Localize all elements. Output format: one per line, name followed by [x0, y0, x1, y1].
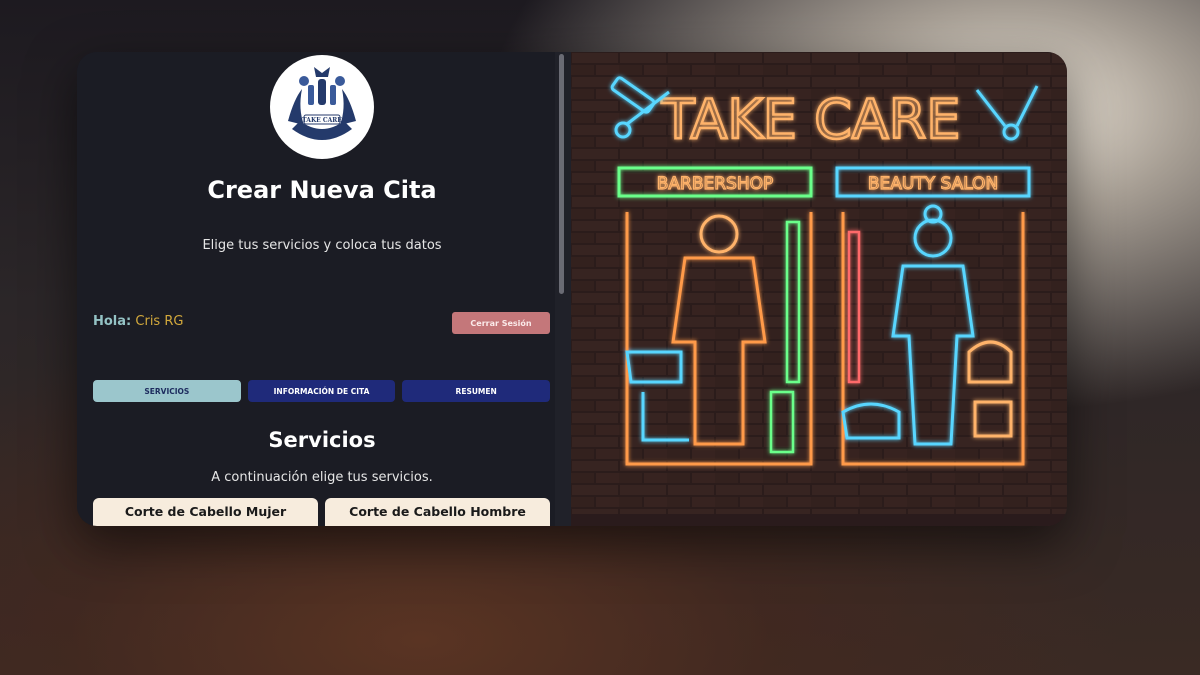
page-subtitle: Elige tus servicios y coloca tus datos [202, 238, 442, 253]
user-name: Cris RG [135, 314, 184, 329]
panel-scrollbar[interactable] [555, 52, 571, 526]
app-window: TAKE CARE Crear Nueva Cita Elige tus ser… [77, 52, 1067, 526]
scrollbar-thumb[interactable] [559, 54, 564, 294]
step-tabs: SERVICIOS INFORMACIÓN DE CITA RESUMEN [93, 380, 551, 402]
tab-informacion-cita[interactable]: INFORMACIÓN DE CITA [247, 380, 396, 402]
hero-headline: TAKE CARE [661, 88, 961, 151]
svg-text:TAKE CARE: TAKE CARE [302, 117, 342, 124]
services-subtitle: A continuación elige tus servicios. [211, 470, 433, 485]
beauty-salon-label: BEAUTY SALON [868, 174, 998, 194]
user-greeting: Hola: Cris RG [93, 314, 183, 329]
logout-button[interactable]: Cerrar Sesión [452, 312, 550, 334]
hero-image: TAKE CARE BARBERSHOP BEAUTY SALON [571, 52, 1067, 526]
service-card-corte-hombre[interactable]: Corte de Cabello Hombre [325, 498, 550, 526]
brand-logo: TAKE CARE [270, 55, 374, 159]
services-heading: Servicios [268, 428, 376, 452]
greeting-label: Hola: [93, 314, 132, 329]
tab-resumen[interactable]: RESUMEN [402, 380, 551, 402]
barbershop-label: BARBERSHOP [657, 174, 774, 194]
logo-emblem-icon: TAKE CARE [276, 61, 368, 153]
booking-panel: TAKE CARE Crear Nueva Cita Elige tus ser… [77, 52, 571, 526]
service-label: Corte de Cabello Mujer [124, 504, 287, 519]
service-card-corte-mujer[interactable]: Corte de Cabello Mujer [93, 498, 318, 526]
tab-servicios[interactable]: SERVICIOS [93, 380, 241, 402]
service-label: Corte de Cabello Hombre [349, 504, 526, 519]
page-title: Crear Nueva Cita [207, 176, 437, 204]
